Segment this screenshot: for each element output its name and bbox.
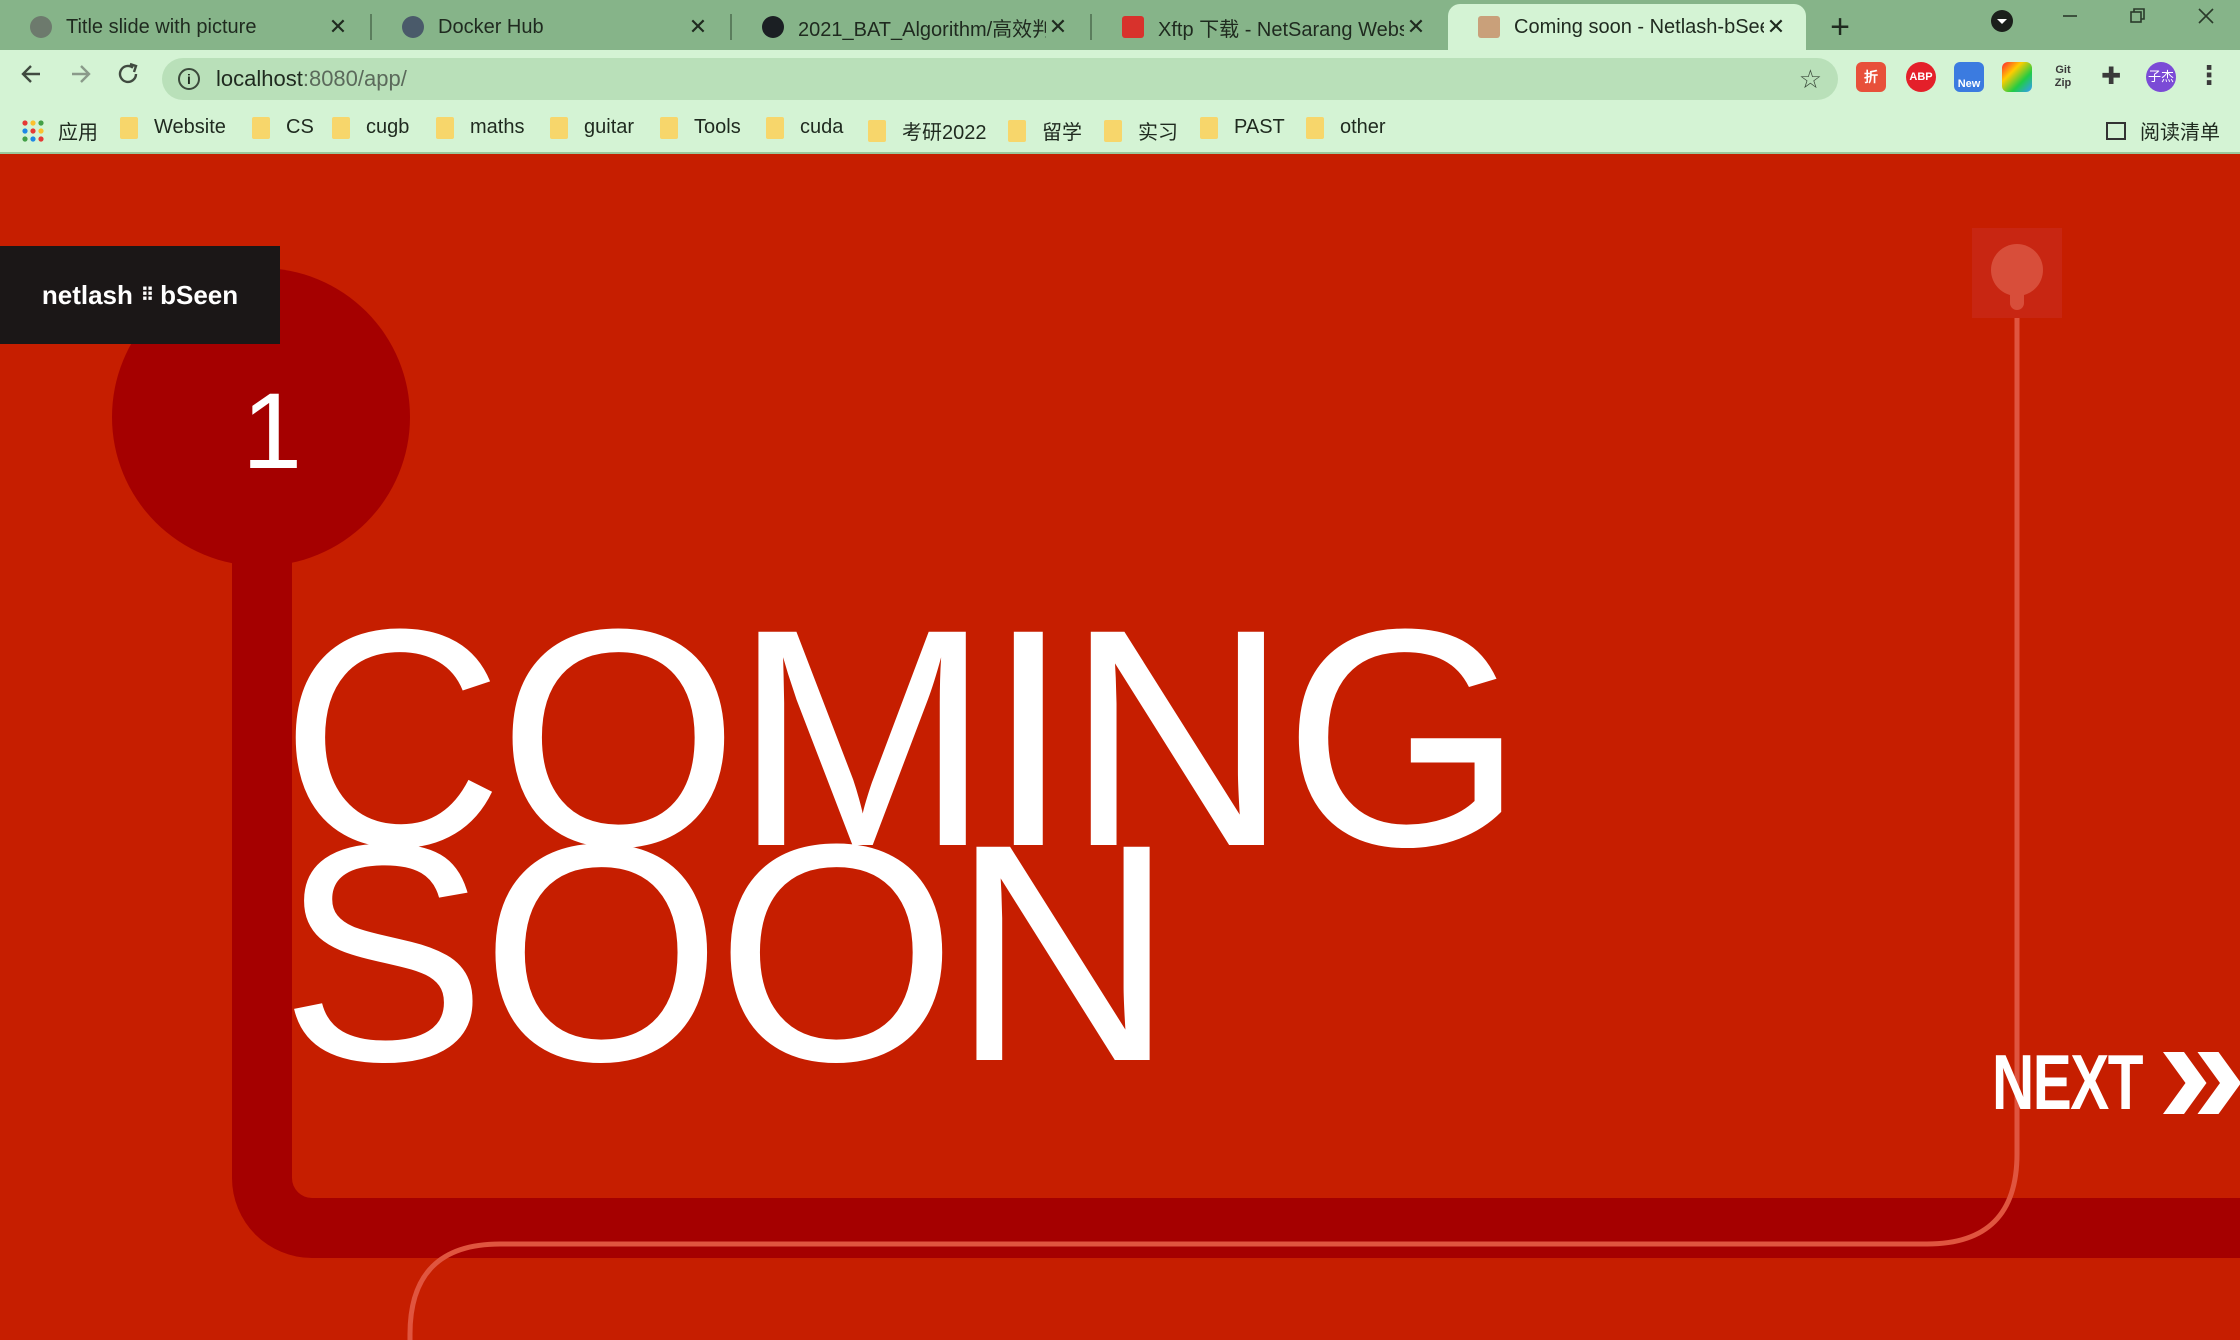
minimize-icon[interactable]: [2050, 6, 2090, 32]
close-icon[interactable]: ✕: [1764, 14, 1788, 40]
browser-toolbar: i localhost:8080/app/ ☆ 折 ABP New Git Zi…: [0, 50, 2240, 106]
folder-icon: [332, 116, 350, 139]
tab-title: Coming soon - Netlash-bSeen: [1514, 15, 1764, 38]
bookmark-label: 留学: [1042, 122, 1082, 144]
reading-list-icon: [2106, 121, 2126, 140]
tab-strip: Title slide with picture ✕ Docker Hub ✕ …: [0, 0, 2240, 50]
bookmark-folder[interactable]: 留学: [1008, 116, 1082, 145]
folder-icon: [550, 116, 568, 139]
address-bar[interactable]: i localhost:8080/app/ ☆: [162, 58, 1838, 100]
step-number: 1: [242, 370, 303, 491]
tab-docker-hub[interactable]: Docker Hub ✕: [372, 4, 728, 50]
adblock-plus-icon[interactable]: ABP: [1906, 62, 1936, 92]
forward-icon[interactable]: [62, 60, 98, 95]
folder-icon: [252, 116, 270, 139]
bookmark-folder[interactable]: Website: [120, 116, 226, 139]
bookmark-folder[interactable]: CS: [252, 116, 314, 139]
bookmark-label: cugb: [366, 116, 410, 138]
bookmark-folder[interactable]: 考研2022: [868, 116, 987, 145]
reload-icon[interactable]: [110, 60, 146, 95]
zhe-extension-icon[interactable]: 折: [1856, 62, 1886, 92]
bookmark-label: other: [1340, 116, 1386, 138]
reading-list-button[interactable]: 阅读清单: [2106, 116, 2220, 145]
bookmark-label: 考研2022: [902, 122, 987, 144]
bookmark-label: cuda: [800, 116, 844, 138]
bookmark-folder[interactable]: 实习: [1104, 116, 1178, 145]
menu-kebab-icon[interactable]: ⋮: [2194, 62, 2224, 92]
new-tab-button[interactable]: +: [1820, 8, 1860, 47]
site-info-icon[interactable]: i: [178, 68, 200, 90]
tab-title: Docker Hub: [438, 15, 544, 38]
close-icon[interactable]: ✕: [1404, 14, 1428, 40]
bookmark-label: Website: [154, 116, 226, 138]
folder-icon: [1306, 116, 1324, 139]
bookmark-folder[interactable]: Tools: [660, 116, 741, 139]
folder-icon: [766, 116, 784, 139]
coming-soon-heading: COMING SOON: [280, 583, 1524, 1108]
logo-text-left: netlash: [41, 279, 133, 310]
bookmark-star-icon[interactable]: ☆: [1799, 64, 1822, 95]
restore-icon[interactable]: [2118, 6, 2158, 32]
bookmark-folder[interactable]: cugb: [332, 116, 409, 139]
slide-page: netlash ⠿ bSeen 1 COMING SOON NEXT: [0, 154, 2240, 1340]
slide-icon: [1478, 16, 1500, 38]
tab-xftp[interactable]: Xftp 下载 - NetSarang Website ✕: [1092, 4, 1446, 50]
folder-icon: [1200, 116, 1218, 139]
window-close-icon[interactable]: [2186, 6, 2226, 32]
tab-coming-soon[interactable]: Coming soon - Netlash-bSeen ✕: [1448, 4, 1806, 50]
tab-title: Title slide with picture: [66, 15, 257, 38]
double-chevron-right-icon: [2163, 1051, 2240, 1114]
bookmark-folder[interactable]: PAST: [1200, 116, 1285, 139]
bookmarks-bar: 应用 Website CS cugb maths guitar Tools cu…: [0, 106, 2240, 154]
close-icon[interactable]: ✕: [326, 14, 350, 40]
folder-icon: [436, 116, 454, 139]
folder-icon: [660, 116, 678, 139]
back-icon[interactable]: [14, 60, 50, 95]
logo-text-right: bSeen: [160, 279, 239, 310]
bookmark-label: guitar: [584, 116, 635, 138]
gitzip-icon[interactable]: Git Zip: [2048, 62, 2078, 92]
colorful-extension-icon[interactable]: [2002, 62, 2032, 92]
lightbulb-icon: [1972, 228, 2062, 318]
close-icon[interactable]: ✕: [686, 14, 710, 40]
bookmark-label: maths: [470, 116, 525, 138]
bookmark-label: PAST: [1234, 116, 1285, 138]
bulb-head: [1991, 244, 2043, 296]
bookmark-label: CS: [286, 116, 314, 138]
tab-title: Xftp 下载 - NetSarang Website: [1158, 18, 1404, 41]
netlash-bseen-logo: netlash ⠿ bSeen: [0, 246, 280, 344]
new-extension-icon[interactable]: New: [1954, 62, 1984, 92]
bookmark-folder[interactable]: other: [1306, 116, 1386, 139]
reading-list-label: 阅读清单: [2140, 122, 2220, 144]
bookmark-label: Tools: [694, 116, 741, 138]
tab-search-icon[interactable]: [1982, 8, 2022, 40]
url-host: localhost: [216, 66, 303, 91]
bookmark-folder[interactable]: cuda: [766, 116, 843, 139]
bookmark-folder[interactable]: maths: [436, 116, 524, 139]
bookmark-folder[interactable]: guitar: [550, 116, 634, 139]
bulb-stem: [2010, 290, 2024, 310]
folder-icon: [1104, 119, 1122, 142]
url-path: :8080/app/: [302, 66, 407, 91]
next-label: NEXT: [1992, 1038, 2144, 1126]
tab-title-slide[interactable]: Title slide with picture ✕: [0, 4, 368, 50]
globe-icon: [30, 16, 52, 38]
bookmark-label: 实习: [1138, 122, 1178, 144]
folder-icon: [868, 119, 886, 142]
netsarang-icon: [1122, 16, 1144, 38]
bookmark-label: 应用: [58, 122, 98, 144]
tab-github[interactable]: 2021_BAT_Algorithm/高效判断 ✕: [732, 4, 1088, 50]
tab-title: 2021_BAT_Algorithm/高效判断: [798, 18, 1046, 41]
extensions-puzzle-icon[interactable]: ✚: [2096, 62, 2126, 92]
bookmark-apps[interactable]: 应用: [22, 116, 98, 145]
close-icon[interactable]: ✕: [1046, 14, 1070, 40]
docker-icon: [402, 16, 424, 38]
folder-icon: [120, 116, 138, 139]
logo-dots-icon: ⠿: [140, 284, 154, 305]
github-icon: [762, 16, 784, 38]
next-button[interactable]: NEXT: [1992, 1037, 2240, 1128]
profile-avatar[interactable]: 子杰: [2146, 62, 2176, 92]
apps-grid-icon: [22, 119, 44, 142]
folder-icon: [1008, 119, 1026, 142]
